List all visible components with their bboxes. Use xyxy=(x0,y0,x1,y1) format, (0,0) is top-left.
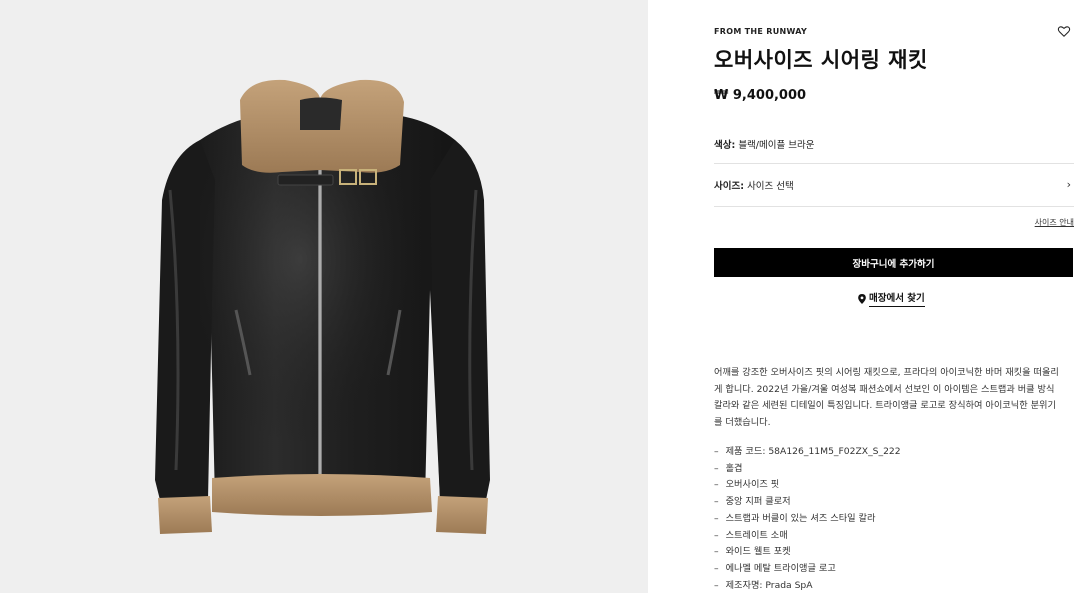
color-row: 색상: 블랙/메이플 브라운 xyxy=(714,137,1074,151)
color-value: 블랙/메이플 브라운 xyxy=(738,140,815,151)
chevron-right-icon: › xyxy=(1066,178,1071,191)
list-item: 에나멜 메탈 트라이앵글 로고 xyxy=(714,561,1060,578)
product-image xyxy=(155,79,490,534)
list-item: 스트랩과 버클이 있는 셔즈 스타일 칼라 xyxy=(714,511,1060,528)
color-label: 색상: xyxy=(714,140,736,151)
heart-outline-icon[interactable] xyxy=(1057,24,1071,38)
list-item: 중앙 지퍼 클로저 xyxy=(714,494,1060,511)
product-info-panel: FROM THE RUNWAY 오버사이즈 시어링 재킷 ₩ 9,400,000… xyxy=(648,0,1080,593)
product-title: 오버사이즈 시어링 재킷 xyxy=(714,48,928,72)
find-in-store-link[interactable]: 매장에서 찾기 xyxy=(858,290,925,307)
list-item: 홀겹 xyxy=(714,461,1060,478)
divider xyxy=(714,206,1074,207)
runway-eyebrow: FROM THE RUNWAY xyxy=(714,27,808,36)
size-value: 사이즈 선택 xyxy=(747,181,794,192)
product-gallery xyxy=(0,0,648,593)
find-in-store-label: 매장에서 찾기 xyxy=(869,290,925,307)
product-description: 어깨를 강조한 오버사이즈 핏의 시어링 재킷으로, 프라다의 아이코닉한 바머… xyxy=(714,367,1059,428)
size-guide-link[interactable]: 사이즈 안내 xyxy=(1035,217,1074,228)
list-item: 제품 코드: 58A126_11M5_F02ZX_S_222 xyxy=(714,444,1060,461)
list-item: 오버사이즈 핏 xyxy=(714,477,1060,494)
list-item: 스트레이트 소매 xyxy=(714,528,1060,545)
size-selector[interactable]: 사이즈: 사이즈 선택 › xyxy=(714,178,1074,192)
add-to-cart-button[interactable]: 장바구니에 추가하기 xyxy=(714,248,1073,277)
list-item: 제조자명: Prada SpA xyxy=(714,578,1060,593)
feature-list: 제품 코드: 58A126_11M5_F02ZX_S_222 홀겹 오버사이즈 … xyxy=(714,444,1060,593)
location-pin-icon xyxy=(858,293,866,304)
size-label: 사이즈: xyxy=(714,181,745,192)
divider xyxy=(714,163,1074,164)
product-price: ₩ 9,400,000 xyxy=(714,88,807,103)
list-item: 와이드 웰트 포켓 xyxy=(714,544,1060,561)
